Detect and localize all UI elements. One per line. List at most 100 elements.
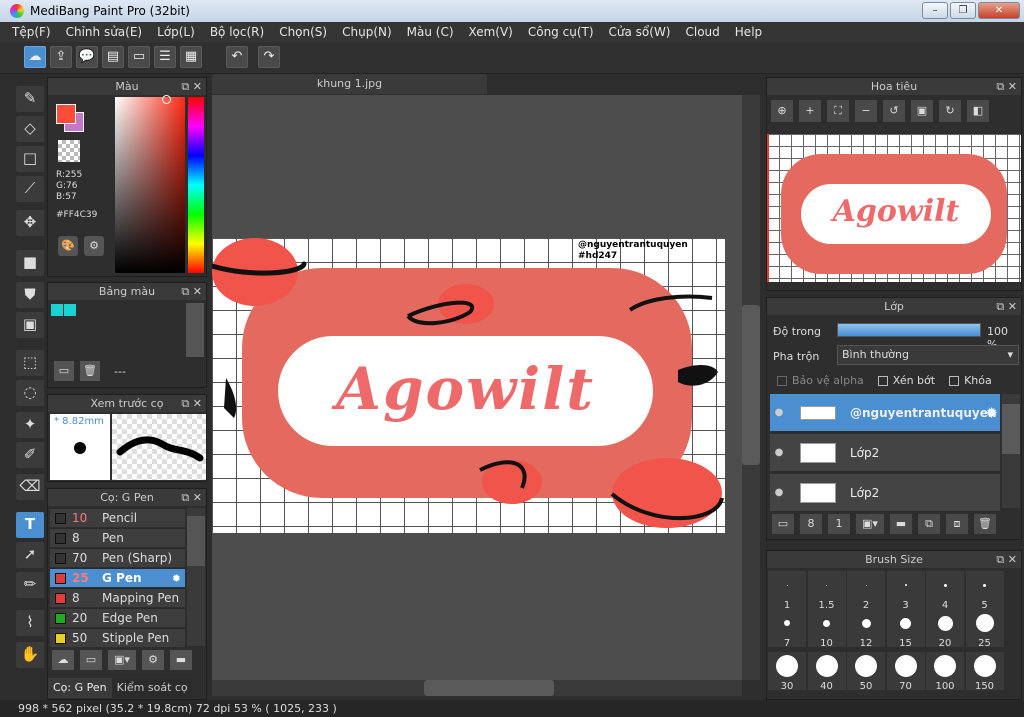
eyedropper-tool-icon[interactable]: ✏ <box>16 572 44 598</box>
brush-item[interactable]: 70 Pen (Sharp) <box>50 548 185 567</box>
close-button[interactable]: ✕ <box>978 2 1020 19</box>
transparent-swatch[interactable] <box>58 140 80 162</box>
artboard[interactable]: Agowilt @nguyentrantuquyen #hd247 <box>212 238 725 533</box>
brush-cloud-icon[interactable]: ☁ <box>52 650 74 670</box>
brush-size-option[interactable]: 12 <box>847 609 885 649</box>
document-tab[interactable]: khung 1.jpg <box>212 74 487 94</box>
rect-tool-icon[interactable]: □ <box>16 146 44 172</box>
delete-layer-icon[interactable]: 🗑 <box>974 514 996 534</box>
horizontal-scroll-thumb[interactable] <box>424 680 554 696</box>
menu-cloud[interactable]: Cloud <box>686 25 720 39</box>
panel-close-icon[interactable]: ⧉ ✕ <box>181 395 202 412</box>
lasso-tool-icon[interactable]: ◌ <box>16 380 44 406</box>
menu-tools[interactable]: Công cụ(T) <box>528 25 594 39</box>
new-8bit-layer-icon[interactable]: 8 <box>800 514 822 534</box>
foreground-color-swatch[interactable] <box>56 104 76 124</box>
protect-alpha-checkbox[interactable]: Bảo vệ alpha <box>777 374 864 387</box>
menu-layer[interactable]: Lớp(L) <box>157 25 195 39</box>
text-tool-icon[interactable]: T <box>16 512 44 538</box>
undo-icon[interactable]: ↶ <box>226 46 248 68</box>
menu-window[interactable]: Cửa sổ(W) <box>609 25 671 39</box>
brush-size-option[interactable]: 7 <box>768 609 806 649</box>
menu-color[interactable]: Màu (C) <box>407 25 454 39</box>
zoom-in-icon[interactable]: + <box>799 100 821 122</box>
operation-tool-icon[interactable]: ➚ <box>16 542 44 568</box>
blend-mode-select[interactable]: Bình thường ▾ <box>837 345 1019 365</box>
tab-brush[interactable]: Cọ: G Pen <box>48 678 112 698</box>
redo-icon[interactable]: ↷ <box>258 46 280 68</box>
brush-size-option[interactable]: 30 <box>768 652 806 692</box>
select-eraser-tool-icon[interactable]: ⌫ <box>16 474 44 500</box>
saturation-value-field[interactable] <box>115 97 185 273</box>
opacity-slider[interactable] <box>837 323 981 337</box>
brush-list-scrollbar[interactable] <box>187 508 205 646</box>
panel-close-icon[interactable]: ⧉ ✕ <box>181 489 202 506</box>
layers-scrollbar[interactable] <box>1002 394 1020 508</box>
brush-size-option[interactable]: 5 <box>965 571 1004 611</box>
zoom-icon[interactable]: ⊕ <box>771 100 793 122</box>
brush-size-option[interactable]: 50 <box>847 652 885 692</box>
select-pen-tool-icon[interactable]: ✐ <box>16 442 44 468</box>
merge-layer-icon[interactable]: ⧈ <box>946 514 968 534</box>
visibility-icon[interactable]: ● <box>770 407 788 418</box>
flip-icon[interactable]: ◧ <box>967 100 989 122</box>
panel-close-icon[interactable]: ⧉ ✕ <box>996 78 1017 95</box>
brush-item[interactable]: 20 Edge Pen <box>50 608 185 627</box>
brush-item[interactable]: 50 Stipple Pen <box>50 628 185 647</box>
reset-view-icon[interactable]: ▣ <box>911 100 933 122</box>
menu-file[interactable]: Tệp(F) <box>12 25 51 39</box>
brush-item[interactable]: 8 Pen <box>50 528 185 547</box>
comment-icon[interactable]: ▤ <box>102 46 124 68</box>
brush-size-option[interactable]: 70 <box>886 652 925 692</box>
move-tool-icon[interactable]: ✥ <box>16 210 44 236</box>
list-icon[interactable]: ☰ <box>154 46 176 68</box>
brush-size-option[interactable]: 100 <box>926 652 964 692</box>
layer-row[interactable]: ● Lớp2 <box>770 434 1000 472</box>
page-icon[interactable]: ▭ <box>128 46 150 68</box>
palette-icon[interactable]: 🎨 <box>58 236 78 256</box>
brush-size-option[interactable]: 40 <box>807 652 846 692</box>
line-tool-icon[interactable]: ⟋ <box>16 176 44 202</box>
new-brush-icon[interactable]: ▭ <box>80 650 102 670</box>
brush-size-option[interactable]: 4 <box>926 571 964 611</box>
brush-folder-icon[interactable]: ▬ <box>170 650 192 670</box>
menu-help[interactable]: Help <box>735 25 762 39</box>
lock-checkbox[interactable]: Khóa <box>949 374 992 387</box>
menu-filter[interactable]: Bộ lọc(R) <box>210 25 264 39</box>
gradient-tool-icon[interactable]: ▣ <box>16 312 44 338</box>
upload-icon[interactable]: ⇪ <box>50 46 72 68</box>
panel-close-icon[interactable]: ⧉ ✕ <box>996 298 1017 315</box>
dropper-tool-icon[interactable]: ⌇ <box>16 610 44 636</box>
add-brush-icon[interactable]: ▣▾ <box>108 650 136 670</box>
brush-size-option[interactable]: 150 <box>965 652 1004 692</box>
fit-icon[interactable]: ⛶ <box>827 100 849 122</box>
brush-item-selected[interactable]: 25 G Pen ✹ <box>50 568 185 587</box>
brush-settings-icon[interactable]: ✹ <box>172 572 181 585</box>
palette-swatch[interactable] <box>51 304 63 316</box>
brush-size-option[interactable]: 15 <box>886 609 925 649</box>
add-layer-menu-icon[interactable]: ▣▾ <box>856 514 884 534</box>
zoom-out-icon[interactable]: − <box>855 100 877 122</box>
magic-wand-tool-icon[interactable]: ✦ <box>16 412 44 438</box>
canvas-area[interactable]: Agowilt @nguyentrantuquyen #hd247 <box>212 95 742 680</box>
hand-tool-icon[interactable]: ✋ <box>16 642 44 668</box>
new-1bit-layer-icon[interactable]: 1 <box>828 514 850 534</box>
new-layer-icon[interactable]: ▭ <box>772 514 794 534</box>
visibility-icon[interactable]: ● <box>770 447 788 458</box>
brush-size-option[interactable]: 20 <box>926 609 964 649</box>
navigator-thumbnail[interactable]: Agowilt <box>767 134 1021 282</box>
menu-capture[interactable]: Chụp(N) <box>342 25 392 39</box>
edit-list-icon[interactable]: ▦ <box>180 46 202 68</box>
brush-item[interactable]: 8 Mapping Pen <box>50 588 185 607</box>
bucket-tool-icon[interactable]: ⛊ <box>16 282 44 308</box>
eraser-tool-icon[interactable]: ◇ <box>16 116 44 142</box>
folder-icon[interactable]: ▬ <box>890 514 912 534</box>
color-picker-icon[interactable]: ⚙ <box>84 236 104 256</box>
brush-size-option[interactable]: 10 <box>807 609 846 649</box>
brush-size-option[interactable]: 1 <box>768 571 806 611</box>
color-cursor[interactable] <box>162 95 171 104</box>
menu-view[interactable]: Xem(V) <box>469 25 513 39</box>
brush-settings-button[interactable]: ⚙ <box>142 650 164 670</box>
brush-size-option[interactable]: 1.5 <box>807 571 846 611</box>
palette-scrollbar[interactable] <box>186 303 204 357</box>
